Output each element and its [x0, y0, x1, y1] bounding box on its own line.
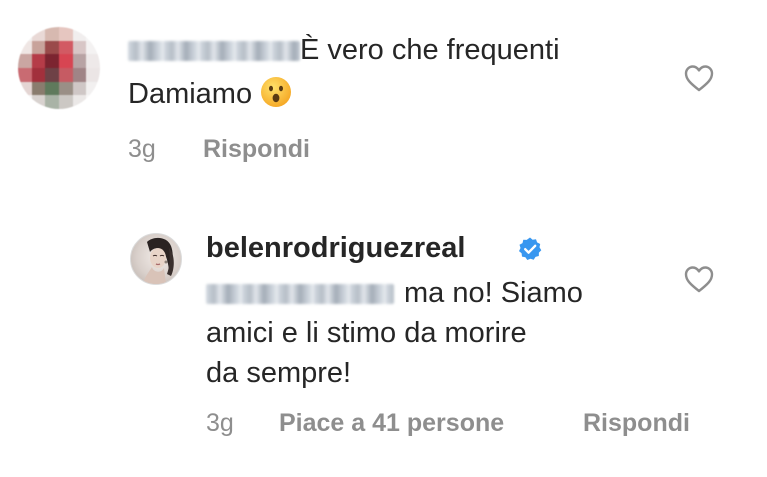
comment-2-line-1: ma no! Siamo: [206, 275, 583, 311]
comment-2-reply-button[interactable]: Rispondi: [583, 408, 690, 438]
profile-photo-icon: [143, 237, 174, 284]
blurred-mention[interactable]: [206, 284, 394, 305]
comment-1-text: È vero che frequenti: [300, 34, 560, 66]
like-heart-icon[interactable]: [684, 64, 714, 92]
like-heart-icon[interactable]: [684, 265, 714, 293]
blurred-username[interactable]: [128, 41, 300, 62]
comment-2-text: ma no! Siamo: [404, 277, 583, 309]
comment-1-text-continued: Damiamo: [128, 78, 253, 110]
profile-avatar[interactable]: [130, 233, 182, 285]
comment-2-time: 3g: [206, 409, 234, 437]
comment-1-time: 3g: [128, 135, 156, 163]
comment-2-username[interactable]: belenrodriguezreal: [206, 230, 465, 266]
comment-1-reply-button[interactable]: Rispondi: [203, 134, 310, 164]
comment-1-line-1: È vero che frequenti: [128, 32, 560, 68]
comment-2-line-3: da sempre!: [206, 357, 352, 389]
comment-2-likes-link[interactable]: Piace a 41 persone: [279, 408, 504, 438]
blurred-avatar[interactable]: [18, 27, 100, 109]
comment-2-line-2: amici e li stimo da morire: [206, 317, 527, 349]
comment-1-line-2: Damiamo: [128, 76, 292, 112]
astonished-face-emoji-icon: [261, 77, 292, 108]
verified-badge-icon: [519, 237, 542, 260]
